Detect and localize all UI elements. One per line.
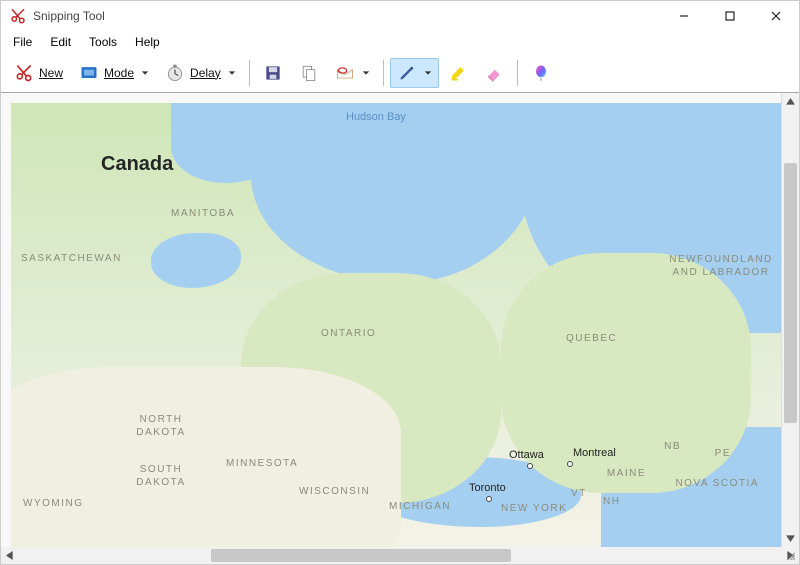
snip-image: Canada Hudson Bay MANITOBA SASKATCHEWAN … bbox=[11, 103, 781, 547]
mode-label: Mode bbox=[104, 66, 134, 80]
canvas[interactable]: Canada Hudson Bay MANITOBA SASKATCHEWAN … bbox=[1, 93, 782, 547]
window-title: Snipping Tool bbox=[33, 9, 105, 23]
maximize-button[interactable] bbox=[707, 1, 753, 31]
menu-tools[interactable]: Tools bbox=[81, 33, 125, 51]
scroll-up-button[interactable] bbox=[782, 93, 799, 110]
map-label-manitoba: MANITOBA bbox=[171, 208, 235, 219]
copy-icon bbox=[299, 63, 319, 83]
toolbar: New Mode Delay bbox=[1, 53, 799, 93]
copy-button[interactable] bbox=[292, 58, 326, 88]
save-icon bbox=[263, 63, 283, 83]
menu-edit[interactable]: Edit bbox=[42, 33, 79, 51]
close-button[interactable] bbox=[753, 1, 799, 31]
window-controls bbox=[661, 1, 799, 31]
horizontal-scrollbar[interactable] bbox=[1, 547, 799, 564]
map-land bbox=[11, 367, 401, 547]
new-label: New bbox=[39, 66, 63, 80]
pen-icon bbox=[397, 63, 417, 83]
mode-button[interactable]: Mode bbox=[72, 58, 156, 88]
highlighter-button[interactable] bbox=[441, 58, 475, 88]
save-button[interactable] bbox=[256, 58, 290, 88]
title-bar: Snipping Tool bbox=[1, 1, 799, 31]
menu-help[interactable]: Help bbox=[127, 33, 168, 51]
send-button[interactable] bbox=[328, 58, 377, 88]
vertical-scrollbar[interactable] bbox=[782, 93, 799, 547]
chevron-down-icon bbox=[141, 66, 149, 80]
viewport: Canada Hudson Bay MANITOBA SASKATCHEWAN … bbox=[1, 93, 799, 547]
toolbar-separator bbox=[517, 60, 518, 86]
new-button[interactable]: New bbox=[7, 58, 70, 88]
scroll-left-button[interactable] bbox=[1, 547, 18, 564]
pen-button[interactable] bbox=[390, 58, 439, 88]
menu-file[interactable]: File bbox=[5, 33, 40, 51]
city-dot-ottawa bbox=[527, 463, 533, 469]
menu-bar: File Edit Tools Help bbox=[1, 31, 799, 53]
eraser-icon bbox=[484, 63, 504, 83]
resize-grip[interactable] bbox=[782, 547, 799, 564]
envelope-icon bbox=[335, 63, 355, 83]
eraser-button[interactable] bbox=[477, 58, 511, 88]
highlighter-icon bbox=[448, 63, 468, 83]
city-dot-montreal bbox=[567, 461, 573, 467]
map-label-country: Canada bbox=[101, 153, 173, 176]
chevron-down-icon bbox=[362, 66, 370, 80]
clock-icon bbox=[165, 63, 185, 83]
chevron-down-icon bbox=[424, 66, 432, 80]
map-water bbox=[251, 103, 541, 283]
delay-button[interactable]: Delay bbox=[158, 58, 243, 88]
scissors-icon bbox=[14, 63, 34, 83]
delay-label: Delay bbox=[190, 66, 221, 80]
toolbar-separator bbox=[249, 60, 250, 86]
balloon-icon bbox=[531, 63, 551, 83]
city-dot-toronto bbox=[486, 496, 492, 502]
toolbar-separator bbox=[383, 60, 384, 86]
mode-icon bbox=[79, 63, 99, 83]
app-icon bbox=[9, 7, 27, 25]
scroll-down-button[interactable] bbox=[782, 530, 799, 547]
paint3d-button[interactable] bbox=[524, 58, 558, 88]
map-land bbox=[501, 253, 751, 493]
minimize-button[interactable] bbox=[661, 1, 707, 31]
map-label-saskatchewan: SASKATCHEWAN bbox=[21, 253, 122, 264]
scrollbar-thumb[interactable] bbox=[784, 163, 797, 423]
chevron-down-icon bbox=[228, 66, 236, 80]
map-water bbox=[151, 233, 241, 288]
scrollbar-thumb[interactable] bbox=[211, 549, 511, 562]
